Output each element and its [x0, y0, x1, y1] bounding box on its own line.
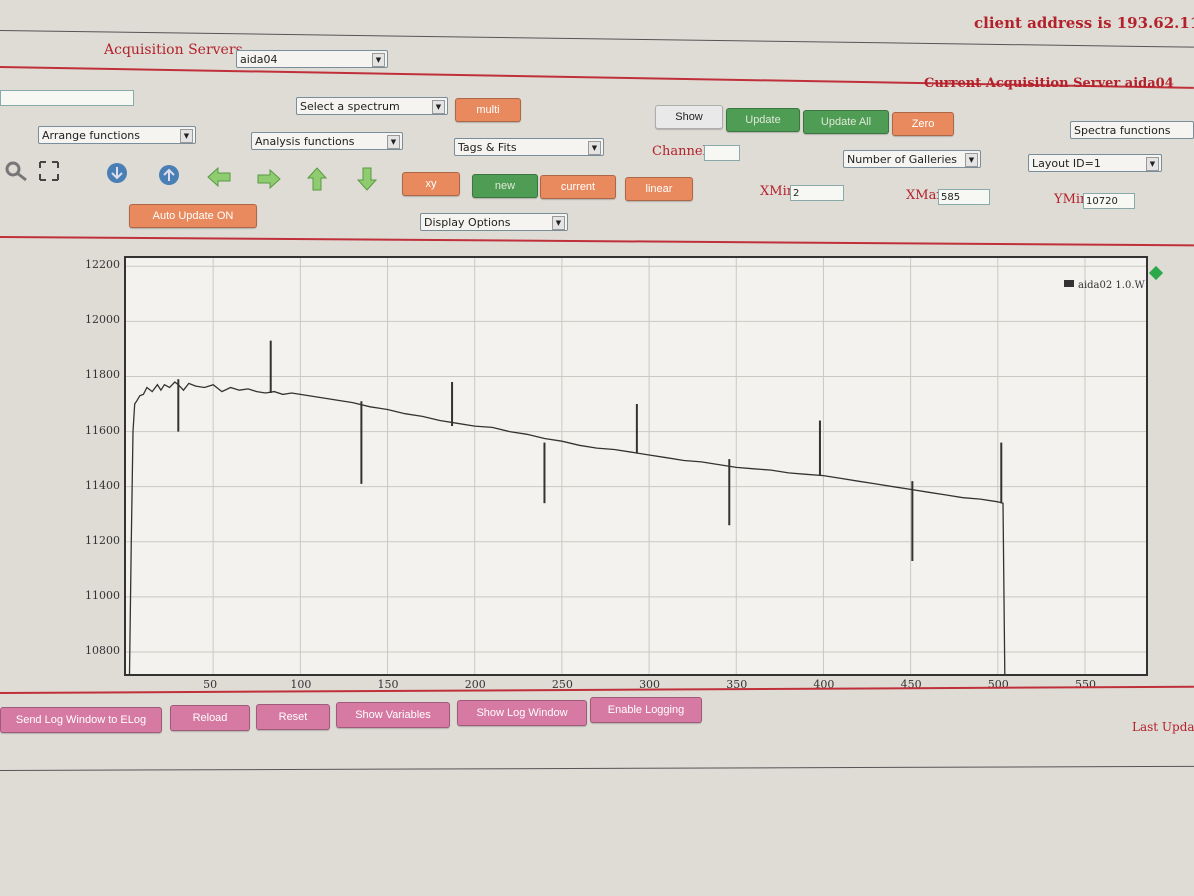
arrange-functions-dropdown[interactable]: Arrange functions ▼ [38, 126, 196, 144]
show-log-window-button[interactable]: Show Log Window [457, 700, 587, 726]
y-tick-label: 11800 [85, 368, 120, 382]
chevron-down-icon: ▼ [387, 135, 400, 149]
arrow-right-icon[interactable] [256, 168, 282, 190]
tags-fits-label: Tags & Fits [458, 141, 517, 154]
client-address: client address is 193.62.115.167 [974, 14, 1194, 32]
xmin-input[interactable]: 2 [790, 185, 844, 201]
acquisition-server-value: aida04 [240, 53, 278, 66]
select-spectrum-label: Select a spectrum [300, 100, 400, 113]
tags-fits-dropdown[interactable]: Tags & Fits ▼ [454, 138, 604, 156]
arrow-up-icon[interactable] [306, 166, 328, 191]
y-tick-label: 10800 [85, 643, 120, 657]
toolbar-red-line [0, 236, 1194, 247]
auto-update-button[interactable]: Auto Update ON [129, 204, 257, 228]
zoom-icon[interactable] [4, 160, 27, 182]
down-circle-icon[interactable] [106, 162, 128, 184]
xy-button[interactable]: xy [402, 172, 460, 196]
y-tick-label: 12200 [85, 258, 120, 272]
xmax-input[interactable]: 585 [938, 189, 990, 205]
spectra-functions-dropdown[interactable]: Spectra functions [1070, 121, 1194, 139]
update-button[interactable]: Update [726, 108, 800, 132]
linear-button[interactable]: linear [625, 177, 693, 201]
number-of-galleries-label: Number of Galleries [847, 153, 958, 166]
enable-logging-button[interactable]: Enable Logging [590, 697, 702, 723]
reset-button[interactable]: Reset [256, 704, 330, 730]
legend-swatch [1064, 280, 1074, 287]
chevron-down-icon: ▼ [588, 141, 601, 155]
display-options-label: Display Options [424, 216, 511, 229]
send-log-to-elog-button[interactable]: Send Log Window to ELog [0, 707, 162, 733]
analysis-functions-label: Analysis functions [255, 135, 355, 148]
spectrum-chart: aida02 1.0.W [126, 258, 1146, 675]
ymin-input[interactable]: 10720 [1083, 193, 1135, 209]
select-spectrum-dropdown[interactable]: Select a spectrum ▼ [296, 97, 448, 115]
y-tick-label: 11400 [85, 478, 120, 492]
spectrum-plot[interactable]: aida02 1.0.W [124, 256, 1148, 676]
chevron-down-icon: ▼ [372, 53, 385, 67]
current-button[interactable]: current [540, 175, 616, 199]
legend-label: aida02 1.0.W [1078, 280, 1146, 291]
chevron-down-icon: ▼ [965, 153, 978, 167]
y-tick-label: 11000 [85, 588, 120, 602]
show-button[interactable]: Show [655, 105, 723, 129]
plot-bottom-red-line [0, 685, 1194, 694]
last-update-label: Last Update [1132, 720, 1194, 734]
chevron-down-icon: ▼ [432, 100, 445, 114]
layout-id-label: Layout ID=1 [1032, 157, 1101, 170]
acquisition-servers-label: Acquisition Servers [104, 42, 243, 58]
y-tick-label: 11600 [85, 423, 120, 437]
arrange-functions-label: Arrange functions [42, 129, 141, 142]
multi-button[interactable]: multi [455, 98, 521, 122]
x-tick-label: 500 [987, 678, 1009, 691]
chevron-down-icon: ▼ [180, 129, 193, 143]
update-all-button[interactable]: Update All [803, 110, 889, 134]
number-of-galleries-dropdown[interactable]: Number of Galleries ▼ [843, 150, 981, 168]
x-tick-label: 100 [290, 678, 312, 691]
channel-input[interactable] [704, 145, 740, 161]
zero-button[interactable]: Zero [892, 112, 954, 136]
fullscreen-icon[interactable] [38, 160, 60, 182]
spectra-functions-label: Spectra functions [1074, 124, 1171, 137]
current-server: Current Acquisition Server aida04 [924, 76, 1174, 91]
acquisition-server-select[interactable]: aida04 ▼ [236, 50, 388, 68]
display-options-dropdown[interactable]: Display Options ▼ [420, 213, 568, 231]
up-circle-icon[interactable] [158, 164, 180, 186]
analysis-functions-dropdown[interactable]: Analysis functions ▼ [251, 132, 403, 150]
show-variables-button[interactable]: Show Variables [336, 702, 450, 728]
y-tick-label: 12000 [85, 313, 120, 327]
y-tick-label: 11200 [85, 533, 120, 547]
arrow-down-icon[interactable] [356, 166, 378, 191]
chevron-down-icon: ▼ [1146, 157, 1159, 171]
reload-button[interactable]: Reload [170, 705, 250, 731]
footer-divider [0, 765, 1194, 771]
arrow-left-icon[interactable] [206, 166, 232, 188]
series-line [128, 381, 1006, 675]
x-tick-label: 550 [1074, 678, 1096, 691]
layout-id-dropdown[interactable]: Layout ID=1 ▼ [1028, 154, 1162, 172]
settings-diamond-icon[interactable] [1148, 265, 1164, 281]
x-tick-label: 50 [203, 678, 218, 691]
chevron-down-icon: ▼ [552, 216, 565, 230]
new-button[interactable]: new [472, 174, 538, 198]
spectrum-filter-input[interactable] [0, 90, 134, 106]
channel-label: Channel: [652, 144, 712, 159]
